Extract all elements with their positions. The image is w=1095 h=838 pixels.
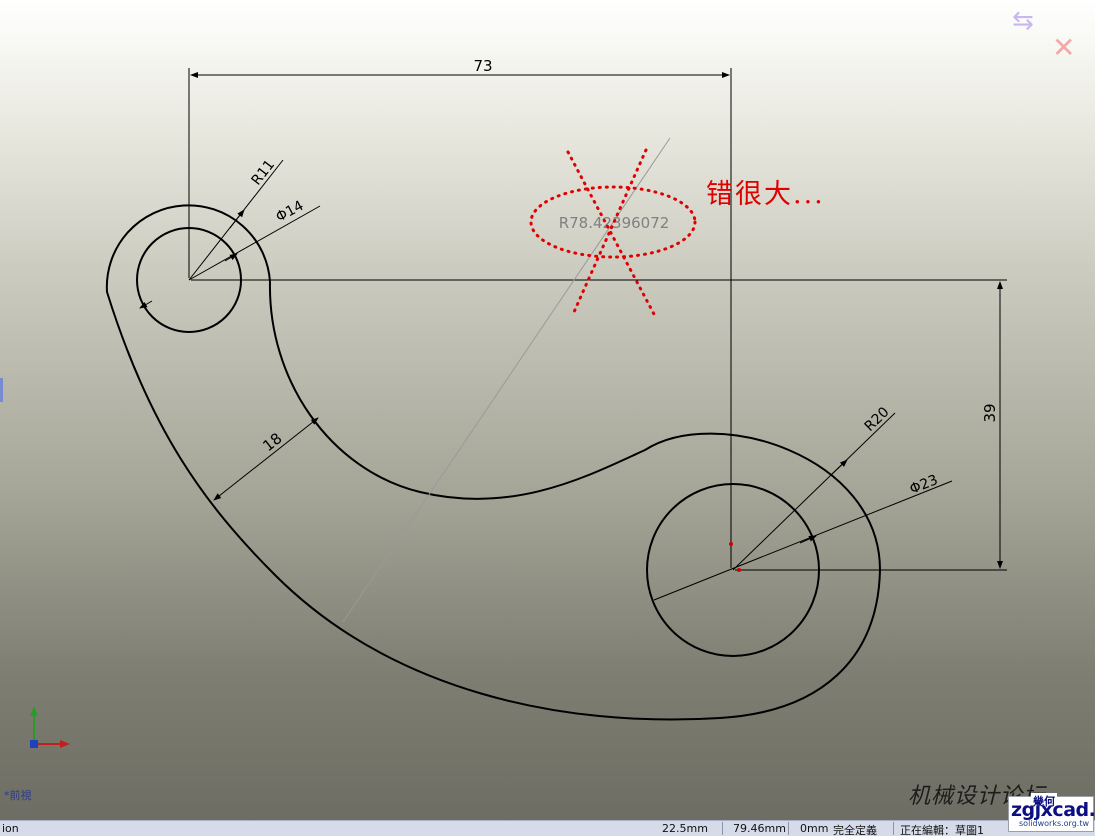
- center-point-large: [729, 542, 733, 546]
- dimension-r78[interactable]: R78.42396072: [342, 137, 671, 623]
- status-left-text: ion: [2, 822, 19, 835]
- dimension-r11[interactable]: R11: [188, 157, 284, 281]
- dimension-39-label: 39: [981, 403, 999, 422]
- view-orientation-label: *前視: [4, 789, 32, 802]
- close-corner-icon[interactable]: ✕: [1052, 34, 1080, 62]
- center-point-large-2: [737, 568, 741, 572]
- dimension-18[interactable]: 18: [213, 417, 319, 501]
- dimension-d14[interactable]: Φ14: [139, 198, 321, 309]
- logo-sub-text: solidworks.org.tw: [1019, 819, 1089, 828]
- left-panel-tab[interactable]: [0, 378, 3, 402]
- error-markup: [529, 148, 697, 318]
- dimension-73-label: 73: [473, 57, 492, 75]
- dimension-18-label: 18: [259, 429, 285, 455]
- sketch-outer-profile[interactable]: [105, 204, 882, 721]
- dimension-r20-label: R20: [862, 404, 893, 435]
- confirm-corner-icon[interactable]: ⇆: [1012, 4, 1044, 38]
- error-annotation: 错很大...: [706, 179, 825, 210]
- coordinate-triad: [30, 706, 70, 748]
- dimension-d14-label: Φ14: [273, 198, 306, 226]
- site-logo: 幾何 zgjxcad.com solidworks.org.tw: [1008, 793, 1095, 832]
- status-z-value: 0mm: [800, 822, 829, 835]
- graphics-area[interactable]: 73 39 R11 Φ14 18 R78.42396072 R20 Φ23 错很…: [0, 0, 1095, 820]
- logo-url-text: zgjxcad.com: [1011, 799, 1095, 821]
- status-bar: ion 22.5mm 79.46mm 0mm 完全定義 正在編輯：草圖1: [0, 820, 1095, 837]
- dimension-d23-label: Φ23: [908, 472, 941, 498]
- dimension-r78-label: R78.42396072: [559, 214, 670, 232]
- dimension-73[interactable]: 73: [188, 57, 732, 568]
- status-y-value: 79.46mm: [733, 822, 786, 835]
- dimension-39[interactable]: 39: [191, 279, 1007, 571]
- status-x-value: 22.5mm: [662, 822, 708, 835]
- confirmation-corner: ⇆ ✕: [1008, 4, 1088, 66]
- sketch-canvas[interactable]: 73 39 R11 Φ14 18 R78.42396072 R20 Φ23: [0, 0, 1095, 820]
